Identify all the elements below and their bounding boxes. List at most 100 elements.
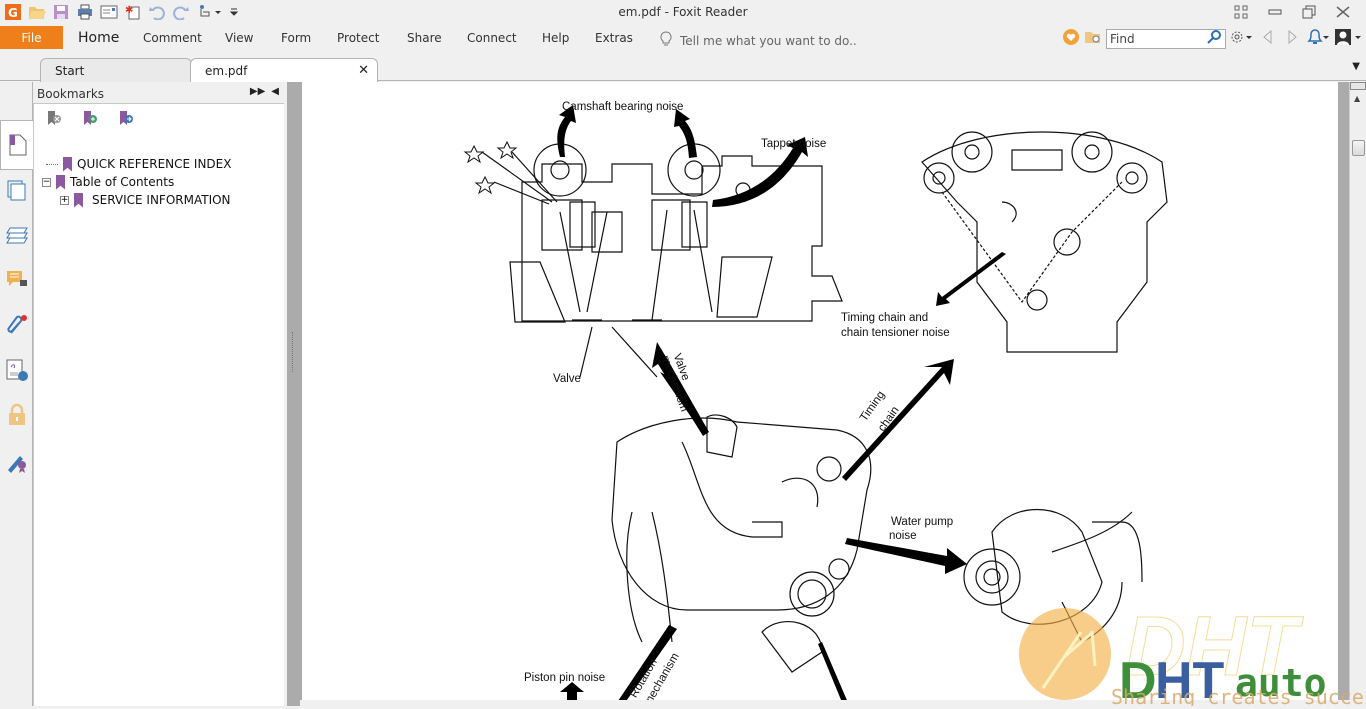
- hand-tool-icon[interactable]: [196, 3, 224, 21]
- customize-toolbar-icon[interactable]: [230, 3, 238, 21]
- expand-panel-icon[interactable]: ▶▶: [250, 86, 265, 97]
- tell-me-search[interactable]: Tell me what you want to do..: [660, 31, 857, 50]
- label-timing-chain-tensioner-1: Timing chain and: [841, 312, 929, 324]
- timing-chain-drawing: [921, 131, 1168, 353]
- bookmark-label: Table of Contents: [70, 175, 175, 189]
- tree-connector: [46, 163, 58, 165]
- find-input[interactable]: Find: [1106, 28, 1226, 49]
- label-water-pump-1: Water pump: [891, 516, 954, 528]
- ribbon-right-tools: Find: [1062, 28, 1362, 49]
- rail-attachments[interactable]: [4, 312, 30, 338]
- comments-icon: [7, 271, 27, 286]
- rail-comments[interactable]: [4, 267, 30, 293]
- new-document-icon[interactable]: ✱: [124, 3, 142, 21]
- bookmark-flag-icon: [74, 192, 83, 208]
- rail-security[interactable]: [4, 402, 30, 428]
- menu-comment[interactable]: Comment: [143, 31, 202, 45]
- panel-splitter[interactable]: [287, 82, 300, 706]
- tab-start[interactable]: Start: [40, 58, 192, 82]
- restore-button[interactable]: [1292, 2, 1326, 22]
- tab-em-pdf-label: em.pdf: [205, 64, 248, 78]
- close-tab-icon[interactable]: ✕: [358, 63, 369, 78]
- signature-icon: [6, 359, 28, 381]
- file-menu-button[interactable]: File: [0, 26, 63, 49]
- pages-icon: [7, 180, 26, 201]
- notification-bell-icon[interactable]: [1306, 28, 1330, 49]
- scroll-up-arrow-icon[interactable]: ▲: [1354, 94, 1360, 103]
- delete-bookmark-icon[interactable]: [46, 110, 62, 129]
- callout-arrows: [557, 105, 1006, 706]
- navigation-rail: [0, 82, 34, 706]
- folder-search-icon[interactable]: [1084, 29, 1102, 48]
- undo-icon[interactable]: [148, 3, 166, 21]
- menu-form[interactable]: Form: [281, 31, 311, 45]
- rail-signatures[interactable]: [4, 357, 30, 383]
- rail-layers[interactable]: [4, 222, 30, 248]
- tab-list-dropdown-icon[interactable]: ▼: [1352, 61, 1360, 72]
- menu-connect[interactable]: Connect: [467, 31, 517, 45]
- bookmark-flag-icon: [63, 156, 72, 172]
- rail-pages[interactable]: [4, 178, 30, 204]
- tab-em-pdf[interactable]: em.pdf ✕: [190, 58, 378, 82]
- heart-icon[interactable]: [1062, 28, 1080, 49]
- engine-noise-diagram: [463, 105, 1168, 706]
- title-bar: G ✱ em.pdf - Foxit Reader: [0, 0, 1366, 26]
- save-icon[interactable]: [52, 3, 70, 21]
- goto-bookmark-icon[interactable]: [118, 110, 134, 129]
- document-viewport: Camshaft bearing noise Tappet noise Timi…: [300, 82, 1349, 706]
- menu-home[interactable]: Home: [78, 30, 119, 46]
- close-window-button[interactable]: [1326, 2, 1360, 22]
- fullscreen-icon[interactable]: [1224, 2, 1258, 22]
- print-icon[interactable]: [76, 3, 94, 21]
- label-camshaft-bearing-noise: Camshaft bearing noise: [562, 101, 684, 113]
- layers-icon: [6, 227, 28, 244]
- split-view-handle[interactable]: [1350, 82, 1366, 90]
- svg-text:✱: ✱: [125, 5, 133, 16]
- label-tappet-noise: Tappet noise: [761, 138, 827, 150]
- engine-block-drawing: [611, 414, 872, 673]
- rail-certify[interactable]: [4, 448, 30, 474]
- expand-icon[interactable]: +: [60, 195, 69, 205]
- bookmark-item[interactable]: + SERVICE INFORMATION: [60, 191, 231, 209]
- previous-view-icon[interactable]: [1258, 29, 1278, 48]
- rail-bookmarks[interactable]: [0, 120, 34, 170]
- redo-icon[interactable]: [172, 3, 190, 21]
- label-timing-chain-tensioner-2: chain tensioner noise: [841, 327, 950, 339]
- menu-protect[interactable]: Protect: [337, 31, 379, 45]
- next-view-icon[interactable]: [1282, 29, 1302, 48]
- menu-share[interactable]: Share: [407, 31, 442, 45]
- minimize-button[interactable]: [1258, 2, 1292, 22]
- pdf-page: Camshaft bearing noise Tappet noise Timi…: [302, 82, 1338, 706]
- star-markers: [463, 140, 558, 205]
- document-tab-bar: Start em.pdf ✕ ▼: [0, 57, 1366, 82]
- window-controls: [1224, 2, 1360, 22]
- collapse-icon[interactable]: −: [42, 177, 51, 187]
- scrollbar-thumb[interactable]: [1352, 140, 1365, 156]
- settings-gear-icon[interactable]: [1230, 29, 1254, 48]
- vertical-scrollbar[interactable]: ▲: [1349, 82, 1366, 706]
- bookmark-toolbar: [46, 110, 134, 129]
- menu-extras[interactable]: Extras: [595, 31, 633, 45]
- water-pump-drawing: [963, 508, 1143, 643]
- bookmark-item[interactable]: − Table of Contents: [42, 173, 174, 191]
- label-valve: Valve: [553, 373, 581, 385]
- bookmark-flag-icon: [56, 174, 65, 190]
- collapse-panel-icon[interactable]: ◀: [271, 86, 279, 97]
- open-icon[interactable]: [28, 3, 46, 21]
- bookmark-label: SERVICE INFORMATION: [92, 193, 231, 207]
- svg-text:G: G: [8, 6, 18, 20]
- label-piston-pin-noise: Piston pin noise: [524, 672, 606, 684]
- add-bookmark-icon[interactable]: [82, 110, 98, 129]
- splitter-grip: [292, 332, 295, 372]
- bookmark-item[interactable]: QUICK REFERENCE INDEX: [44, 155, 231, 173]
- menu-help[interactable]: Help: [542, 31, 569, 45]
- lock-icon: [9, 403, 25, 425]
- user-account-icon[interactable]: [1334, 28, 1362, 49]
- tab-start-label: Start: [55, 64, 85, 78]
- find-placeholder: Find: [1110, 31, 1135, 46]
- foxit-logo-icon[interactable]: G: [4, 3, 22, 21]
- quick-access-toolbar: G ✱: [4, 3, 238, 21]
- email-icon[interactable]: [100, 3, 118, 21]
- menu-view[interactable]: View: [225, 31, 253, 45]
- search-icon[interactable]: [1206, 29, 1222, 48]
